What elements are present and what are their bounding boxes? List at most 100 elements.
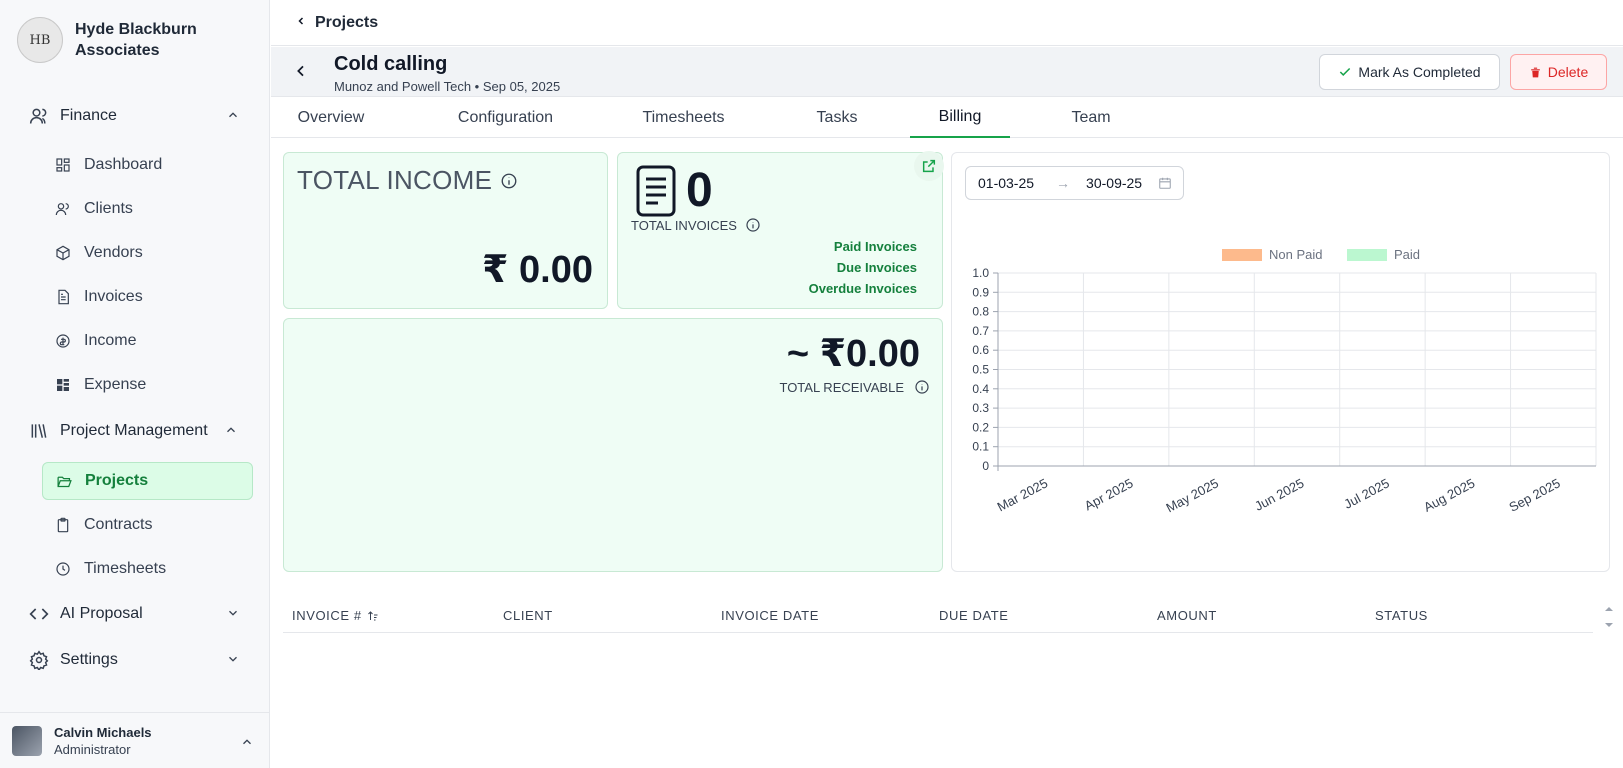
x-tick-label: Apr 2025 <box>1082 475 1136 513</box>
billing-chart-card: 01-03-25 → 30-09-25 Non Paid Paid 0 0.1 0.2 0… <box>951 152 1610 572</box>
due-invoices-link[interactable]: Due Invoices <box>837 260 917 275</box>
tab-bar: Overview Configuration Timesheets Tasks … <box>271 98 1623 138</box>
info-icon[interactable] <box>745 217 761 233</box>
y-tick-label: 0.9 <box>972 285 989 299</box>
sidebar-item-label: Expense <box>84 376 147 393</box>
column-amount[interactable]: AMOUNT <box>1157 608 1217 623</box>
sidebar-item-clients[interactable]: Clients <box>42 190 253 228</box>
table-scrollbar[interactable] <box>1603 603 1615 636</box>
y-tick-label: 0.8 <box>972 305 989 319</box>
delete-label: Delete <box>1547 64 1589 80</box>
user-profile[interactable]: Calvin Michaels Administrator <box>0 712 270 768</box>
mark-as-completed-button[interactable]: Mark As Completed <box>1319 54 1500 90</box>
project-subtitle: Munoz and Powell Tech • Sep 05, 2025 <box>334 79 561 94</box>
column-invoice-number[interactable]: INVOICE # <box>292 608 379 623</box>
user-name: Calvin Michaels <box>54 724 152 740</box>
sidebar-item-label: Timesheets <box>84 560 167 577</box>
chevron-down-icon <box>226 652 240 671</box>
delete-button[interactable]: Delete <box>1510 54 1607 90</box>
column-label: INVOICE # <box>292 608 362 623</box>
nav-group-project-management[interactable]: Project Management <box>0 411 270 451</box>
x-tick-label: May 2025 <box>1164 475 1221 515</box>
overdue-invoices-link[interactable]: Overdue Invoices <box>809 281 917 296</box>
nav-group-ai-proposal[interactable]: AI Proposal <box>0 594 270 634</box>
sidebar-item-projects[interactable]: Projects <box>42 462 253 500</box>
column-status[interactable]: STATUS <box>1375 608 1428 623</box>
users-icon <box>54 200 72 218</box>
sidebar: HB Hyde Blackburn Associates Finance Das… <box>0 0 270 768</box>
sidebar-item-label: Dashboard <box>84 156 163 173</box>
total-income-title: TOTAL INCOME <box>297 165 518 196</box>
sidebar-item-expense[interactable]: Expense <box>42 366 253 404</box>
legend-label: Non Paid <box>1269 247 1322 262</box>
x-tick-label: Jun 2025 <box>1252 475 1306 513</box>
code-icon <box>28 603 50 625</box>
dashboard-icon <box>54 156 72 174</box>
total-invoices-count: 0 <box>686 164 713 217</box>
total-income-value: ₹ 0.00 <box>482 249 593 291</box>
total-receivable-title: TOTAL RECEIVABLE <box>779 379 930 395</box>
column-invoice-date[interactable]: INVOICE DATE <box>721 608 819 623</box>
x-tick-label: Jul 2025 <box>1341 475 1391 511</box>
company-name: Hyde Blackburn Associates <box>75 21 197 59</box>
total-invoices-card: 0 TOTAL INVOICES Paid Invoices Due Invoi… <box>617 151 944 309</box>
check-icon <box>1340 67 1351 76</box>
sidebar-item-timesheets[interactable]: Timesheets <box>42 550 253 588</box>
y-tick-label: 0.5 <box>972 363 989 377</box>
sidebar-item-invoices[interactable]: Invoices <box>42 278 253 316</box>
project-header: Cold calling Munoz and Powell Tech • Sep… <box>271 47 1623 97</box>
nav-group-settings[interactable]: Settings <box>0 640 270 680</box>
sidebar-item-income[interactable]: Income <box>42 322 253 360</box>
tab-timesheets[interactable]: Timesheets <box>621 98 746 138</box>
page-title: Cold calling <box>334 53 448 75</box>
sort-icon[interactable] <box>367 610 379 622</box>
y-tick-label: 0.1 <box>972 440 989 454</box>
legend-swatch <box>1222 249 1262 261</box>
sidebar-item-label: Vendors <box>84 244 143 261</box>
total-receivable-label: TOTAL RECEIVABLE <box>779 379 904 395</box>
paid-invoices-link[interactable]: Paid Invoices <box>834 239 917 254</box>
tab-configuration[interactable]: Configuration <box>434 98 577 138</box>
mark-as-completed-label: Mark As Completed <box>1358 64 1481 80</box>
clock-icon <box>54 560 72 578</box>
tab-overview[interactable]: Overview <box>271 98 391 138</box>
users-icon <box>28 105 50 127</box>
tab-tasks[interactable]: Tasks <box>792 98 882 138</box>
x-tick-label: Mar 2025 <box>995 475 1051 514</box>
sidebar-item-label: Invoices <box>84 288 143 305</box>
x-tick-label: Sep 2025 <box>1506 475 1562 514</box>
total-invoices-label: TOTAL INVOICES <box>631 217 737 233</box>
library-icon <box>28 420 50 442</box>
invoice-table-header: INVOICE # CLIENT INVOICE DATE DUE DATE A… <box>283 600 1593 633</box>
nav-group-label: Project Management <box>60 422 208 439</box>
y-tick-label: 0.3 <box>972 401 989 415</box>
info-icon[interactable] <box>914 379 930 395</box>
legend-swatch <box>1347 249 1387 261</box>
chevron-up-icon <box>224 423 238 442</box>
user-role: Administrator <box>54 741 131 757</box>
sidebar-item-vendors[interactable]: Vendors <box>42 234 253 272</box>
gear-icon <box>28 649 50 671</box>
nav-group-finance[interactable]: Finance <box>0 96 270 136</box>
folder-open-icon <box>55 472 73 490</box>
y-tick-label: 1.0 <box>972 266 989 280</box>
column-client[interactable]: CLIENT <box>503 608 553 623</box>
back-button[interactable] <box>293 63 309 84</box>
sidebar-item-label: Clients <box>84 200 133 217</box>
legend-label: Paid <box>1394 247 1420 262</box>
chevron-left-icon[interactable] <box>295 14 307 32</box>
sidebar-item-dashboard[interactable]: Dashboard <box>42 146 253 184</box>
breadcrumb-projects[interactable]: Projects <box>315 14 378 32</box>
chevron-up-icon <box>240 735 254 754</box>
chevron-up-icon <box>226 108 240 127</box>
total-invoices-title: TOTAL INVOICES <box>631 217 761 233</box>
sidebar-item-label: Income <box>84 332 137 349</box>
tab-team[interactable]: Team <box>1047 98 1135 138</box>
column-due-date[interactable]: DUE DATE <box>939 608 1009 623</box>
sidebar-item-contracts[interactable]: Contracts <box>42 506 253 544</box>
open-external-button[interactable] <box>914 151 944 181</box>
tab-billing[interactable]: Billing <box>910 98 1010 138</box>
coin-refresh-icon <box>54 332 72 350</box>
info-icon[interactable] <box>500 172 518 190</box>
y-tick-label: 0.6 <box>972 343 989 357</box>
